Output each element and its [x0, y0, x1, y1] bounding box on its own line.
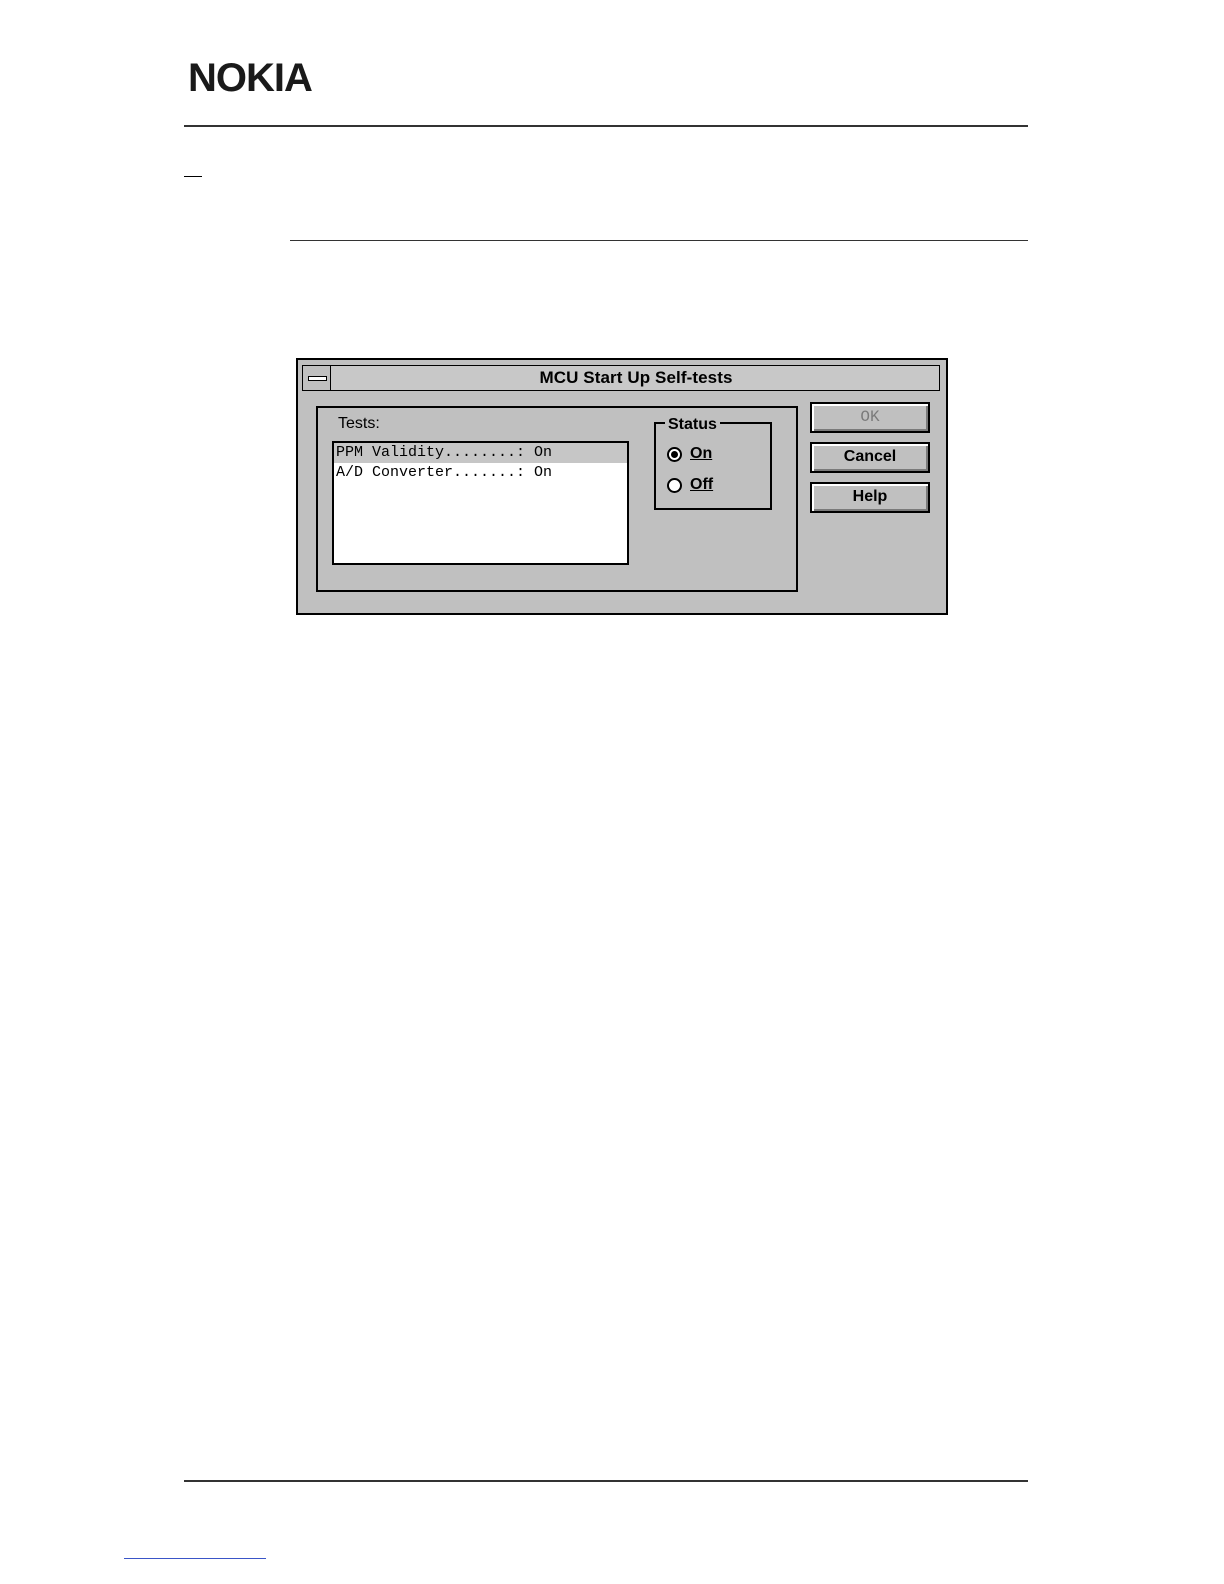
footer-rule — [184, 1480, 1028, 1482]
self-tests-dialog: MCU Start Up Self-tests Tests: PPM Valid… — [296, 358, 948, 615]
status-groupbox: Status On Off — [654, 416, 772, 510]
status-off-radio[interactable]: Off — [667, 474, 713, 496]
status-label: Status — [665, 416, 720, 434]
tests-group: Tests: PPM Validity........: On A/D Conv… — [316, 406, 798, 592]
system-menu-icon — [308, 376, 327, 381]
status-on-radio[interactable]: On — [667, 443, 712, 465]
cancel-button[interactable]: Cancel — [810, 442, 930, 473]
footer-link-underline — [124, 1558, 266, 1559]
title-bar[interactable]: MCU Start Up Self-tests — [302, 365, 940, 391]
dialog-title: MCU Start Up Self-tests — [539, 368, 733, 387]
svg-text:NOKIA: NOKIA — [188, 58, 312, 96]
radio-unchecked-icon — [667, 477, 682, 493]
margin-mark — [184, 176, 202, 177]
tests-listbox[interactable]: PPM Validity........: On A/D Converter..… — [332, 441, 629, 565]
radio-checked-icon — [667, 446, 682, 462]
tests-label: Tests: — [338, 415, 380, 432]
list-item[interactable]: PPM Validity........: On — [334, 443, 627, 463]
nokia-logo: NOKIA — [188, 58, 313, 96]
radio-off-label: Off — [690, 476, 714, 493]
system-menu-button[interactable] — [303, 366, 331, 390]
list-item[interactable]: A/D Converter.......: On — [334, 463, 627, 483]
help-button[interactable]: Help — [810, 482, 930, 513]
ok-button[interactable]: OK — [810, 402, 930, 433]
header-rule — [184, 125, 1028, 127]
radio-on-label: On — [690, 445, 713, 462]
section-rule — [290, 240, 1028, 241]
